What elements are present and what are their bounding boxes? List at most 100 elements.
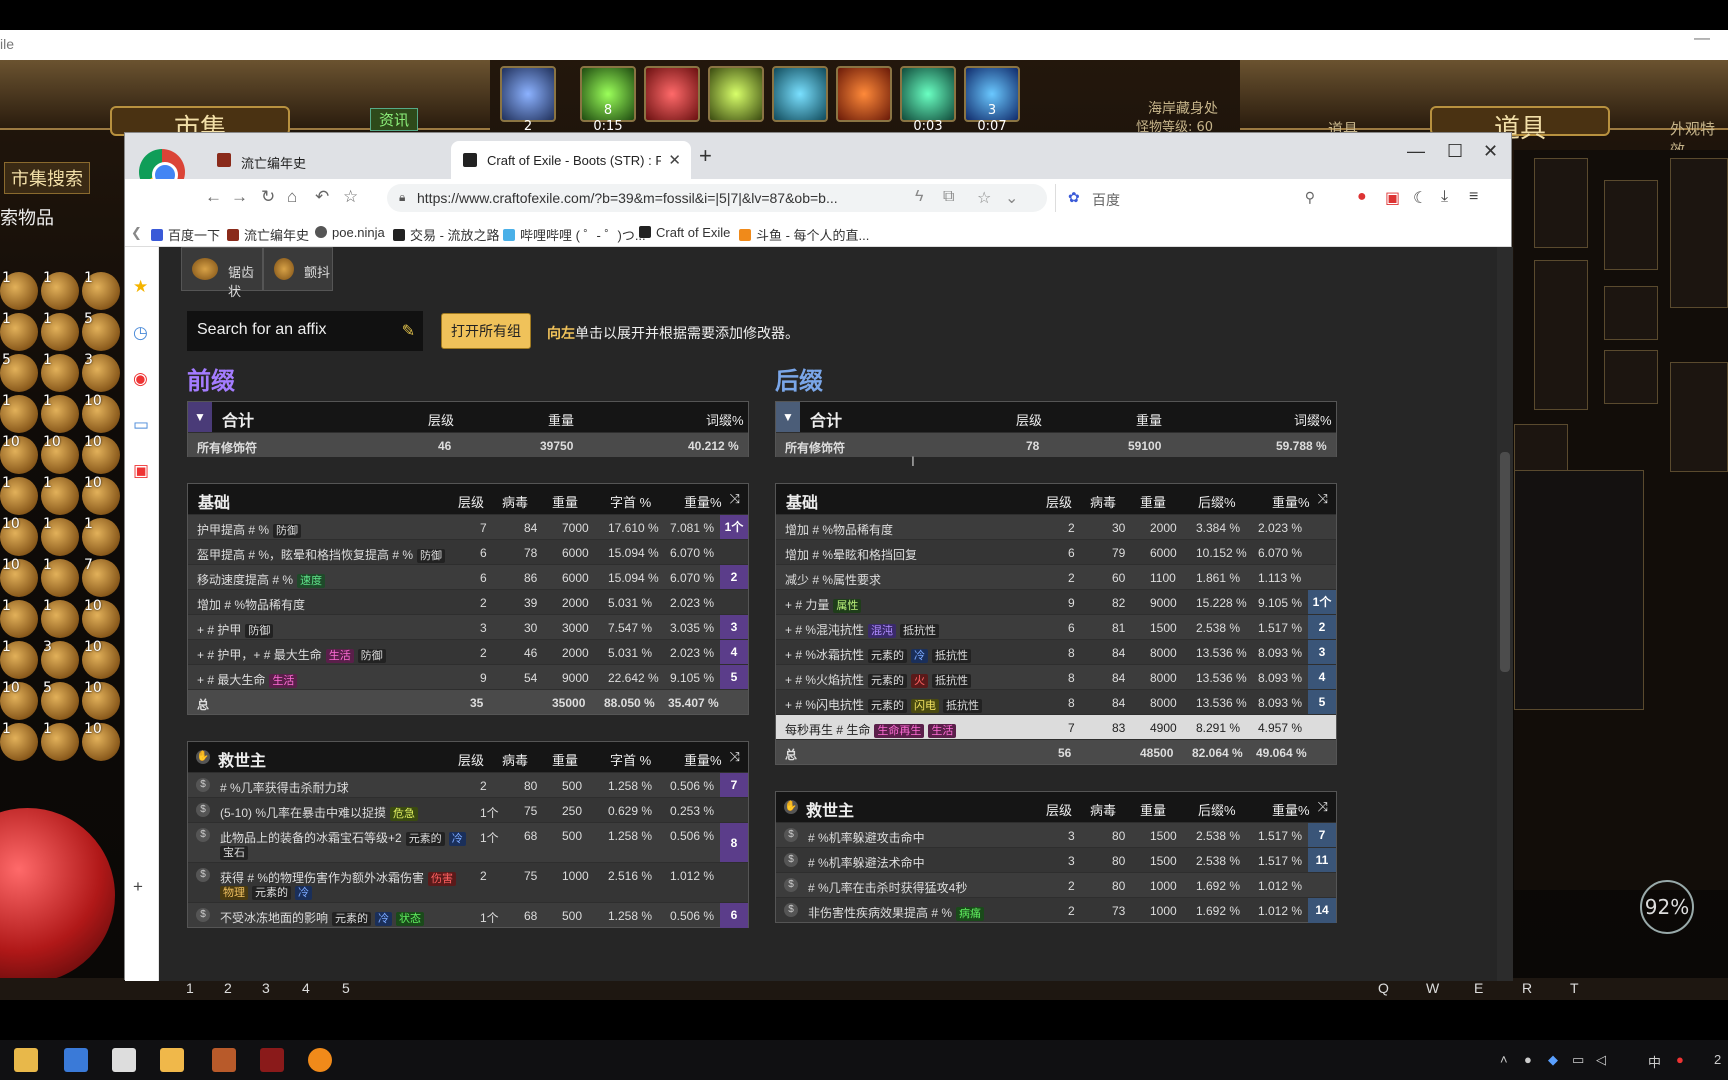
chevron-down-icon[interactable]: ▼	[776, 402, 800, 432]
modifier-row[interactable]: + # %闪电抗性 元素的 闪电 抵抗性 8 84 8000 13.536 % 8.093 % 5	[776, 689, 1336, 715]
currency-stack[interactable]: 1	[41, 352, 79, 392]
modifier-row[interactable]: + # 护甲 防御 3 30 3000 7.547 % 3.035 % 3	[188, 614, 748, 640]
scrollbar-thumb[interactable]	[1500, 452, 1510, 672]
currency-stack[interactable]: 1	[41, 270, 79, 310]
equipment-slot[interactable]	[1604, 286, 1658, 340]
skill-slot-5[interactable]	[772, 66, 828, 122]
network-icon[interactable]: ▭	[1572, 1052, 1584, 1068]
column-header[interactable]: 层级	[458, 750, 484, 769]
group-badge[interactable]: 3	[720, 615, 748, 640]
night-mode-icon[interactable]: ☾	[1413, 188, 1427, 208]
column-header[interactable]: 重量	[1140, 800, 1166, 819]
volume-icon[interactable]: ◁	[1596, 1052, 1606, 1068]
currency-stack[interactable]: 1	[41, 475, 79, 515]
shuffle-icon[interactable]: ⤨	[1318, 799, 1328, 815]
currency-stack[interactable]: 1	[0, 475, 38, 515]
skill-key-q[interactable]: Q	[1378, 980, 1389, 996]
column-header[interactable]: 层级	[1046, 492, 1072, 511]
skill-slot-4[interactable]	[708, 66, 764, 122]
translate-icon[interactable]: ⧉	[943, 188, 954, 206]
modifier-row[interactable]: $ # %机率躲避法术命中 3 80 1500 2.538 % 1.517 % 11	[776, 847, 1336, 873]
currency-stack[interactable]: 10	[41, 434, 79, 474]
shuffle-icon[interactable]: ⤨	[730, 749, 740, 765]
currency-stack[interactable]: 1	[41, 598, 79, 638]
fossil-tremor[interactable]: 颤抖	[263, 247, 333, 291]
group-badge[interactable]: 5	[1308, 690, 1336, 715]
tab-poe-chronicle[interactable]: 流亡编年史	[205, 141, 451, 179]
column-header[interactable]: 重量%	[684, 750, 722, 769]
app-tray-icon[interactable]: ●	[1676, 1052, 1684, 1067]
market-search-button[interactable]: 市集搜索	[4, 162, 90, 194]
column-header[interactable]: 字首 %	[610, 492, 651, 511]
office-icon[interactable]: ▣	[133, 461, 149, 481]
currency-stack[interactable]: 10	[82, 639, 120, 679]
maximize-window-icon[interactable]: ☐	[1447, 141, 1463, 162]
column-header[interactable]: 后缀%	[1198, 492, 1236, 511]
modifier-row[interactable]: 增加 # %晕眩和格挡回复 6 79 6000 10.152 % 6.070 %	[776, 539, 1336, 564]
fossil-jagged[interactable]: 锯齿状	[181, 247, 263, 299]
skill-slot-7[interactable]: 0:03	[900, 66, 956, 134]
skill-slot-2[interactable]: 8 0:15	[580, 66, 636, 134]
panel-header[interactable]: ▼ 合计 层级 重量 词缀%	[188, 402, 748, 432]
currency-stack[interactable]: 10	[82, 434, 120, 474]
browser-icon[interactable]	[308, 1048, 332, 1072]
minimize-icon[interactable]: —	[1694, 30, 1710, 48]
skill-slot-1[interactable]: 2	[500, 66, 556, 134]
column-header[interactable]: 重量	[552, 492, 578, 511]
modifier-row[interactable]: 盔甲提高 # %，眩晕和格挡恢复提高 # % 防御 6 78 6000 15.094 % 6…	[188, 539, 748, 564]
currency-stack[interactable]: 5	[0, 352, 38, 392]
modifier-row[interactable]: $ 此物品上的装备的冰霜宝石等级+2 元素的冷宝石 1个 68 500 1.258 % 0.5…	[188, 822, 748, 863]
modifier-row[interactable]: 增加 # %物品稀有度 2 30 2000 3.384 % 2.023 %	[776, 514, 1336, 539]
column-header[interactable]: 层级	[458, 492, 484, 511]
bookmark-star-icon[interactable]: ☆	[977, 188, 991, 208]
modifier-row[interactable]: $ # %机率躲避攻击命中 3 80 1500 2.538 % 1.517 % 7	[776, 822, 1336, 848]
search-engine-box[interactable]: ✿ 百度 ⚲	[1055, 184, 1325, 212]
currency-stack[interactable]: 1	[0, 311, 38, 351]
mic-icon[interactable]: ●	[1524, 1052, 1532, 1067]
news-button[interactable]: 资讯	[370, 108, 419, 131]
group-badge[interactable]: 14	[1308, 898, 1336, 923]
group-badge[interactable]: 7	[1308, 823, 1336, 848]
group-badge[interactable]	[720, 798, 748, 823]
bookmark-douyu[interactable]: 斗鱼 - 每个人的直...	[739, 225, 869, 244]
currency-stack[interactable]: 1	[82, 270, 120, 310]
extension-icon[interactable]: ●	[1357, 188, 1367, 206]
bookmark-baidu[interactable]: 百度一下	[151, 225, 220, 244]
equipment-slot[interactable]	[1604, 180, 1658, 270]
column-header[interactable]: 病毒	[502, 492, 528, 511]
reader-icon[interactable]: ▭	[133, 415, 149, 435]
chevron-down-icon[interactable]: ⌄	[1005, 188, 1018, 208]
group-badge[interactable]: 2	[720, 565, 748, 590]
skill-slot-8[interactable]: 3 0:07	[964, 66, 1020, 134]
tray-arrow-icon[interactable]: ˄	[1500, 1052, 1508, 1067]
currency-stack[interactable]: 10	[0, 516, 38, 556]
group-badge[interactable]: 4	[720, 640, 748, 665]
currency-stack[interactable]: 10	[82, 393, 120, 433]
currency-stack[interactable]: 1	[0, 598, 38, 638]
column-header[interactable]: 字首 %	[610, 750, 651, 769]
currency-stack[interactable]: 1	[82, 516, 120, 556]
weibo-icon[interactable]: ◉	[133, 369, 148, 389]
download-icon[interactable]: ⤓	[1441, 188, 1448, 206]
collapse-sidebar-icon[interactable]: ❮	[131, 225, 142, 241]
lightning-icon[interactable]: ϟ	[915, 188, 923, 206]
history-icon[interactable]: ◷	[133, 323, 148, 343]
column-header[interactable]: 重量	[1140, 492, 1166, 511]
forward-icon[interactable]: →	[231, 187, 248, 207]
currency-stack[interactable]: 5	[82, 311, 120, 351]
ime-indicator[interactable]: 中	[1648, 1052, 1661, 1071]
column-header[interactable]: 后缀%	[1198, 800, 1236, 819]
group-badge[interactable]	[1308, 515, 1336, 540]
shuffle-icon[interactable]: ⤨	[730, 491, 740, 507]
modifier-row[interactable]: $ (5-10) %几率在暴击中难以捉摸 危急 1个 75 250 0.629 % 0.253…	[188, 797, 748, 822]
bookmark-poe-ninja[interactable]: poe.ninja	[315, 225, 385, 240]
equipment-slot[interactable]	[1670, 362, 1728, 472]
currency-stack[interactable]: 1	[41, 311, 79, 351]
currency-stack[interactable]: 1	[0, 270, 38, 310]
modifier-row[interactable]: + # 力量 属性 9 82 9000 15.228 % 9.105 % 1个	[776, 589, 1336, 615]
close-window-icon[interactable]: ✕	[1483, 141, 1498, 162]
open-all-groups-button[interactable]: 打开所有组	[441, 313, 531, 349]
modifier-row[interactable]: $ 获得 # %的物理伤害作为额外冰霜伤害 伤害 物理 元素的冷 2 75 1000 2.516…	[188, 862, 748, 902]
app-icon[interactable]	[212, 1048, 236, 1072]
hotbar-slot-4[interactable]: 4	[302, 980, 310, 996]
